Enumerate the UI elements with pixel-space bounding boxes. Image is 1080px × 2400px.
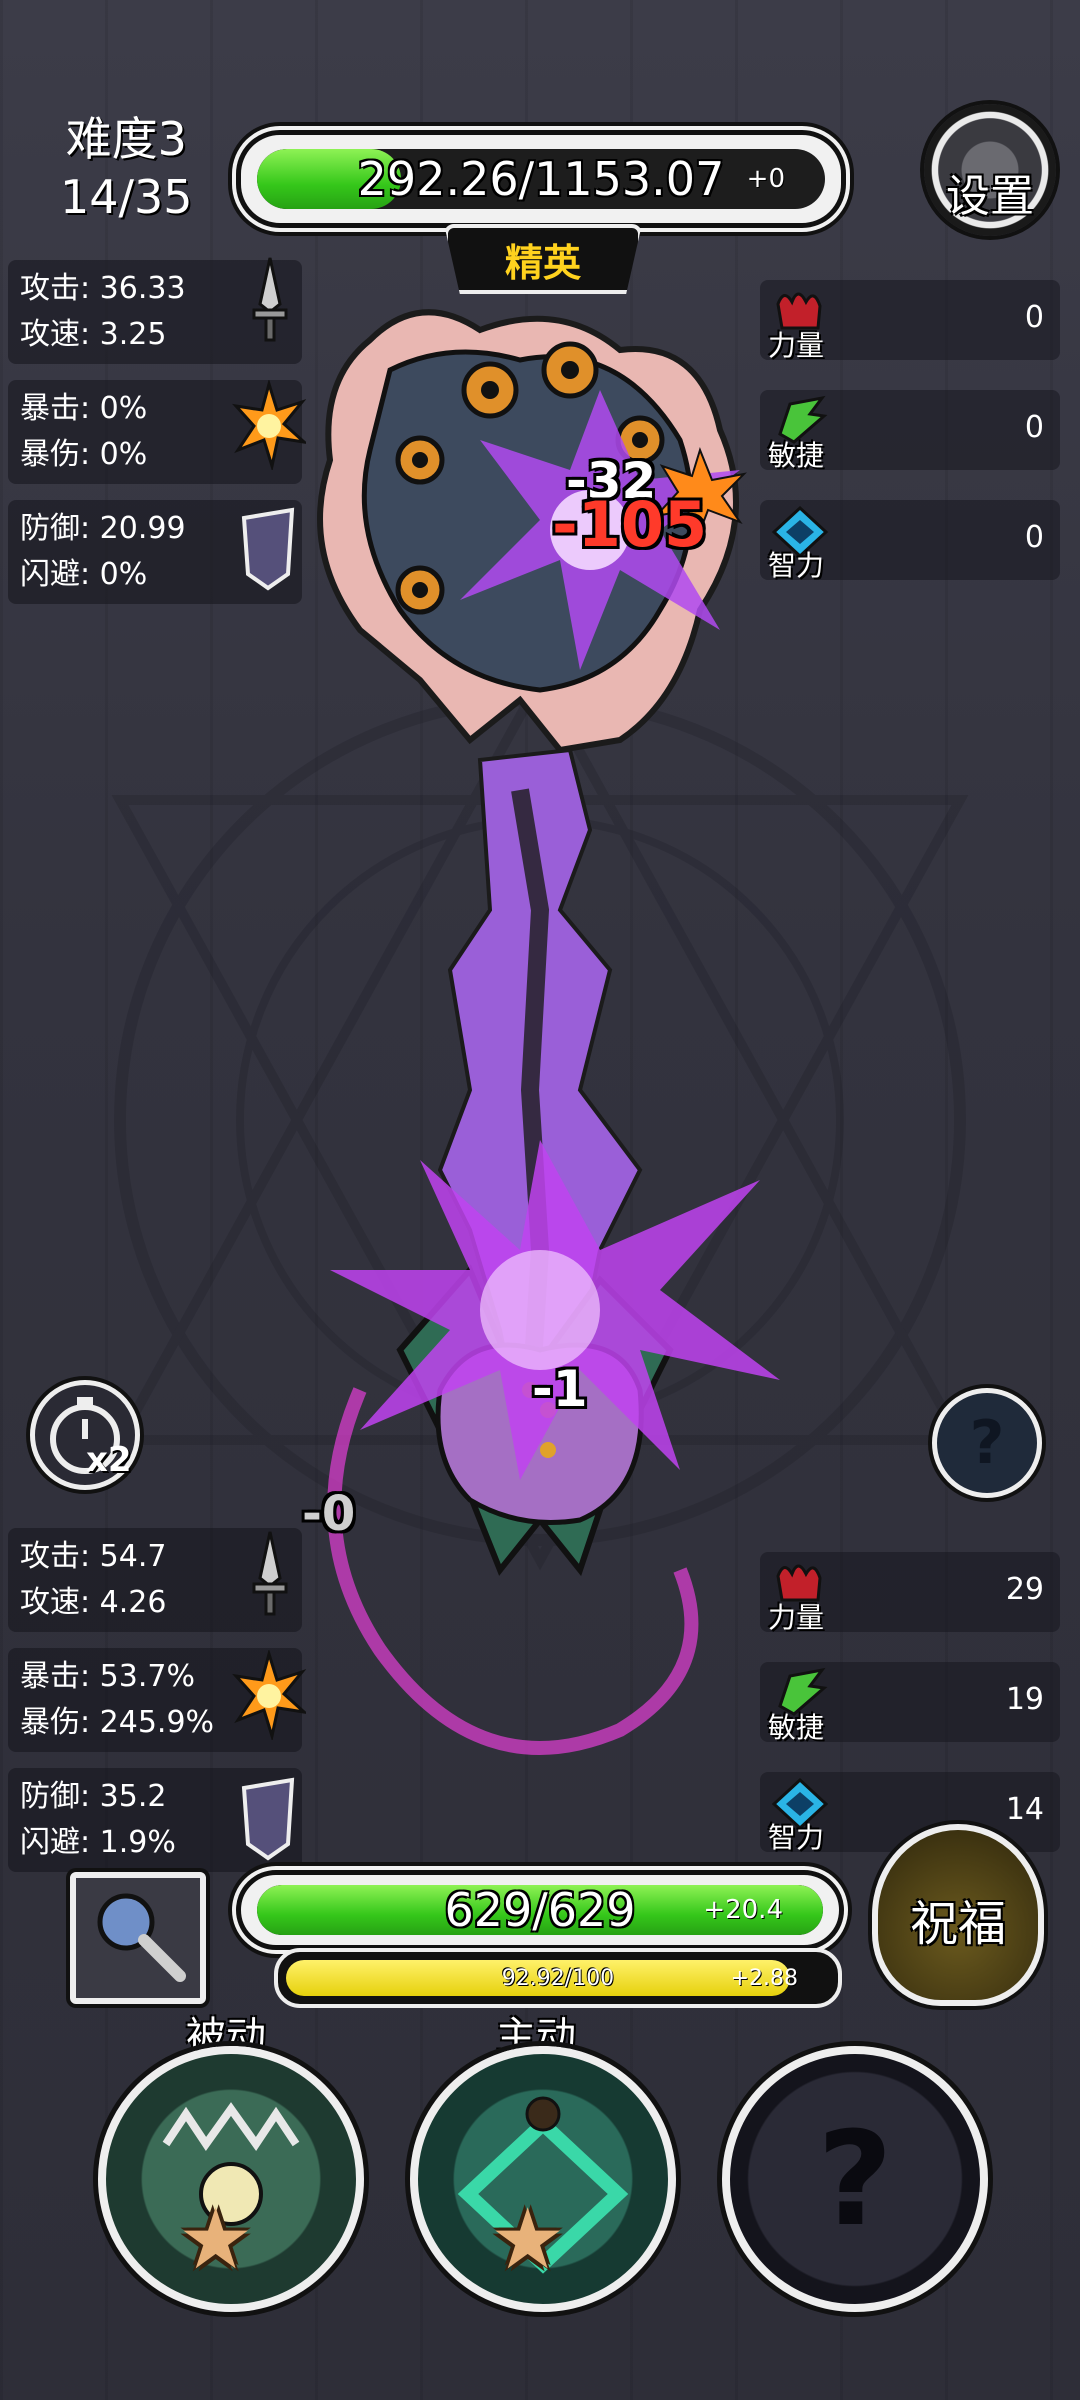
player-intelligence-value: 14 <box>1005 1792 1044 1827</box>
speed-multiplier: x2 <box>86 1440 132 1480</box>
player-hp-regen: +20.4 <box>703 1895 783 1925</box>
player-agility-value: 19 <box>1005 1682 1044 1717</box>
enemy-hp-text: 292.26/1153.07 <box>357 152 725 206</box>
help-button[interactable]: ? <box>932 1388 1042 1498</box>
player-dodge-number: -0 <box>302 1486 356 1542</box>
passive-star-icon: ★ <box>178 2190 254 2288</box>
player-mana-regen: +2.88 <box>730 1965 798 1991</box>
enemy-hp-bar: 292.26/1153.07 +0 <box>236 130 846 228</box>
help-icon: ? <box>969 1408 1005 1478</box>
damage-number-crit: -105 <box>552 488 708 561</box>
player-agility-row: 敏捷 19 <box>760 1662 1060 1744</box>
equipped-item-slot[interactable] <box>70 1872 206 2004</box>
sword-icon <box>252 1531 288 1616</box>
player-hp-bar: 629/629 +20.4 <box>236 1870 844 1950</box>
enemy-hp-regen: +0 <box>746 164 785 194</box>
blessing-label: 祝福 <box>909 1896 1006 1952</box>
difficulty-display: 难度3 14/35 <box>60 110 193 226</box>
active-star-icon: ★ <box>490 2190 566 2288</box>
player-mana-bar: 92.92/100 +2.88 <box>274 1948 842 2008</box>
shield-icon <box>241 1777 295 1861</box>
player-damage-number: -1 <box>532 1360 588 1418</box>
locked-question-icon: ? <box>817 2103 893 2255</box>
settings-label: 设置 <box>946 171 1034 222</box>
blessing-button[interactable]: 祝福 <box>872 1824 1044 2006</box>
player-agility-label: 敏捷 <box>768 1711 825 1744</box>
crit-burst-icon <box>232 1650 306 1740</box>
player-intelligence-label: 智力 <box>768 1821 825 1854</box>
player-strength-row: 力量 29 <box>760 1552 1060 1634</box>
player-strength-value: 29 <box>1005 1572 1044 1607</box>
difficulty-level: 难度3 <box>65 112 187 166</box>
player-strength-label: 力量 <box>768 1601 825 1634</box>
locked-skill-slot[interactable]: ? <box>722 2046 988 2312</box>
settings-button[interactable]: 设置 <box>924 104 1056 236</box>
wave-counter: 14/35 <box>60 170 193 224</box>
magnifier-wand-icon <box>97 1893 186 1982</box>
